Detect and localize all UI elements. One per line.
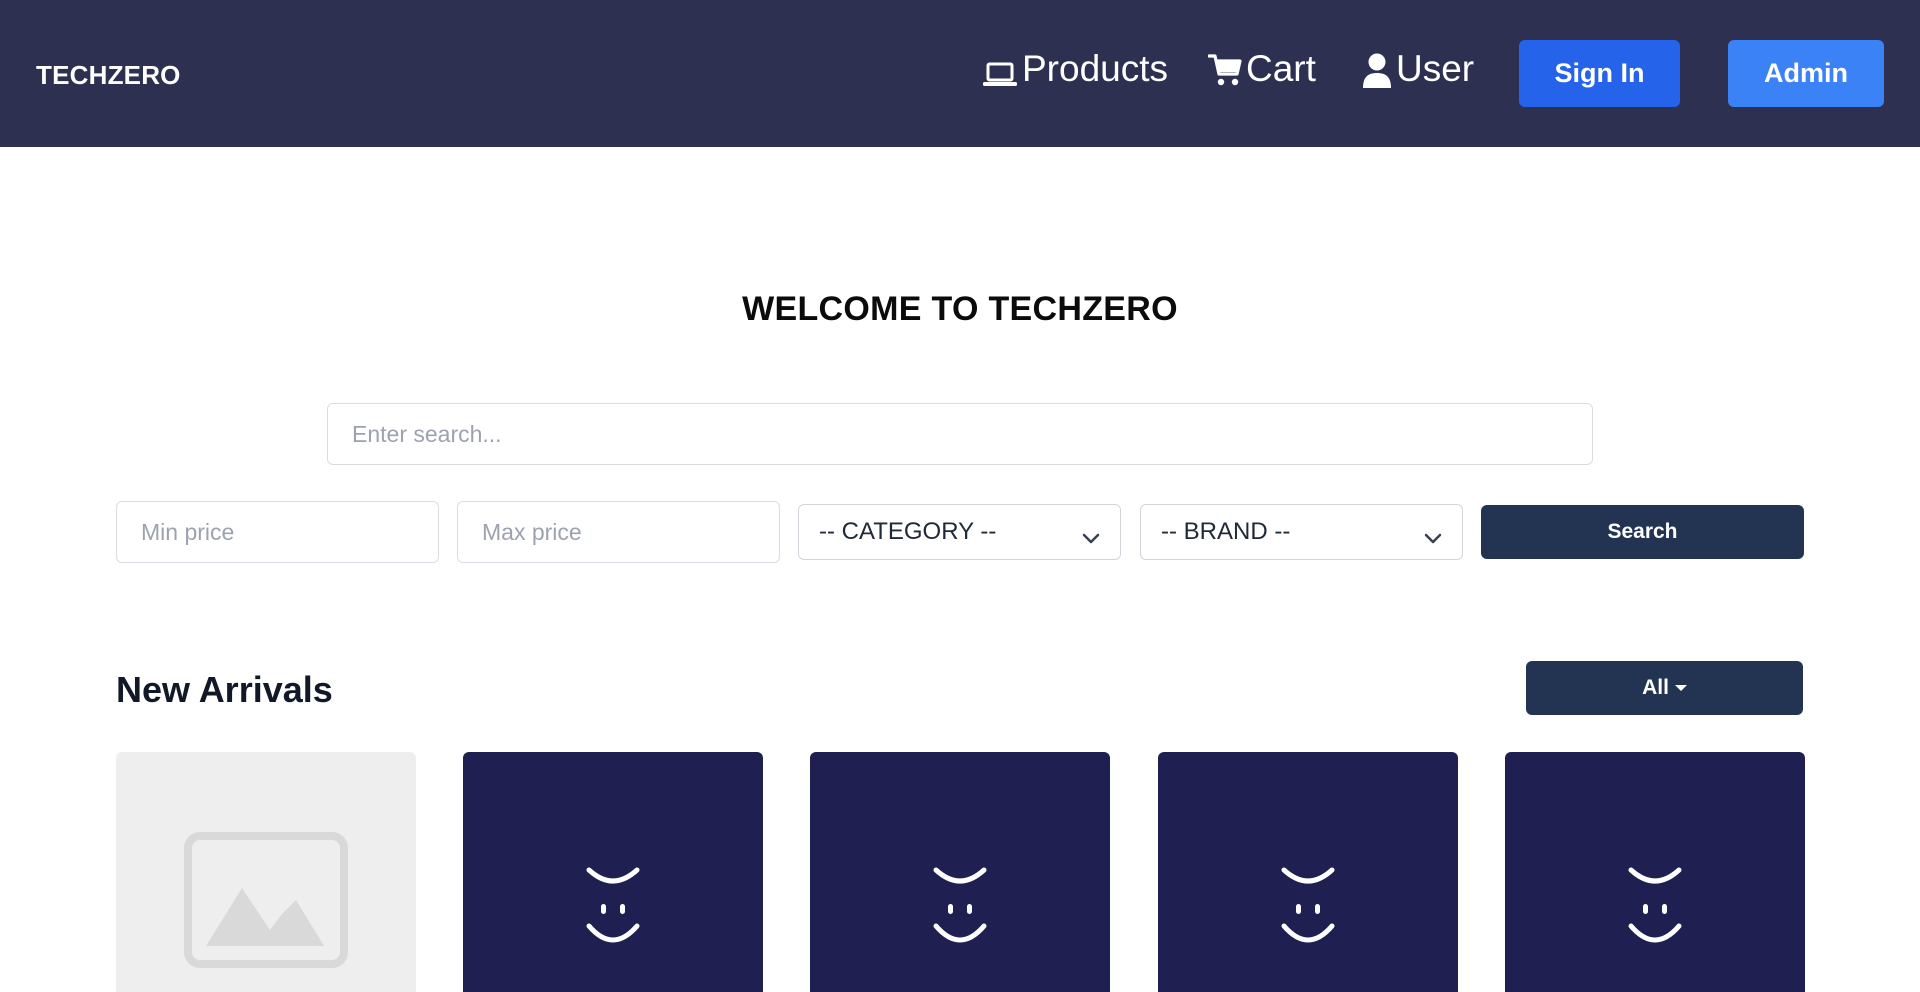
smiley-logo-icon [586, 867, 640, 943]
max-price-field[interactable] [457, 501, 780, 563]
product-card[interactable] [1158, 752, 1458, 992]
page-title: WELCOME TO TECHZERO [742, 290, 1178, 328]
search-input[interactable] [327, 403, 1593, 465]
sign-in-button[interactable]: Sign In [1519, 40, 1680, 107]
chevron-down-icon [1424, 524, 1442, 552]
category-select-value: -- CATEGORY -- [819, 518, 997, 545]
nav-link-cart[interactable]: Cart [1208, 48, 1316, 90]
caret-down-icon [1674, 685, 1687, 691]
navbar: TECHZERO Products Cart User Sign In Admi… [0, 0, 1920, 147]
admin-button[interactable]: Admin [1728, 40, 1884, 107]
smiley-logo-icon [1628, 867, 1682, 943]
image-placeholder-icon [184, 832, 348, 968]
product-card[interactable] [810, 752, 1110, 992]
filter-all-dropdown[interactable]: All [1526, 661, 1803, 715]
product-card[interactable] [1505, 752, 1805, 992]
brand-select-value: -- BRAND -- [1161, 518, 1291, 545]
product-card[interactable] [116, 752, 416, 992]
nav-link-products[interactable]: Products [982, 48, 1168, 90]
nav-link-user[interactable]: User [1362, 48, 1474, 90]
laptop-icon [982, 60, 1022, 90]
nav-user-label: User [1396, 48, 1475, 89]
brand-logo[interactable]: TECHZERO [36, 60, 181, 91]
min-price-field[interactable] [116, 501, 439, 563]
brand-select[interactable]: -- BRAND -- [1140, 504, 1463, 560]
user-icon [1362, 52, 1396, 90]
category-select[interactable]: -- CATEGORY -- [798, 504, 1121, 560]
nav-cart-label: Cart [1246, 48, 1316, 89]
smiley-logo-icon [1281, 867, 1335, 943]
filter-all-label: All [1642, 676, 1669, 699]
nav-products-label: Products [1022, 48, 1169, 89]
smiley-logo-icon [933, 867, 987, 943]
section-title-new-arrivals: New Arrivals [116, 669, 333, 710]
cart-icon [1208, 52, 1246, 90]
product-card[interactable] [463, 752, 763, 992]
search-button[interactable]: Search [1481, 505, 1804, 559]
chevron-down-icon [1082, 524, 1100, 552]
